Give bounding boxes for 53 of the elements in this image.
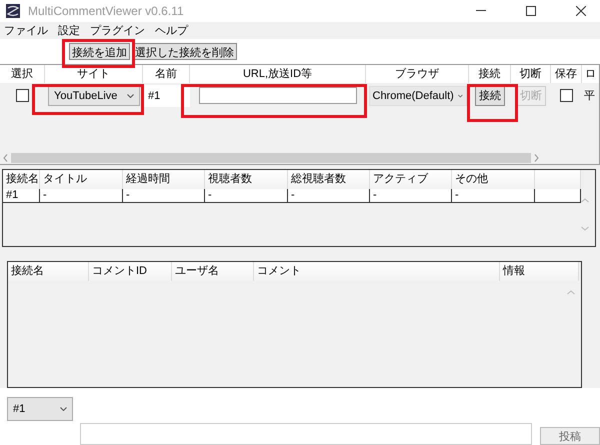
menu-item[interactable]: 設定 (58, 22, 80, 38)
table-cell: - (205, 188, 288, 202)
checkbox[interactable] (560, 89, 573, 102)
name-cell: #1 (148, 90, 160, 102)
menu-item[interactable]: プラグイン (90, 22, 145, 38)
menu-item[interactable]: ヘルプ (155, 22, 188, 38)
comment-field[interactable] (80, 423, 532, 445)
table-cell: - (288, 188, 370, 202)
connection-dropdown[interactable]: #1 (7, 397, 73, 421)
column-header: ロ (582, 64, 599, 83)
column-header: コメント (254, 262, 500, 282)
column-header: 選択 (0, 64, 45, 83)
site-dropdown[interactable]: YouTubeLive (48, 86, 140, 106)
table-cell: - (123, 188, 205, 202)
column-header: 情報 (500, 262, 579, 282)
scroll-up-icon[interactable] (581, 198, 589, 203)
menu-item[interactable]: ファイル (4, 22, 48, 38)
column-header: URL,放送ID等 (190, 64, 366, 83)
table-cell: - (452, 188, 535, 202)
column-header: ブラウザ (366, 64, 469, 83)
chevron-icon (127, 94, 134, 98)
scrollbar-thumb[interactable] (11, 152, 531, 163)
column-header: コメントID (89, 262, 172, 282)
column-header: サイト (45, 64, 143, 83)
scroll-down-icon[interactable] (581, 226, 589, 231)
browser-dropdown[interactable]: Chrome(Default) (368, 86, 466, 106)
column-header: 接続名 (8, 262, 89, 282)
highlight-box (467, 84, 518, 122)
toolbar-button[interactable]: 接続を追加 (69, 42, 130, 60)
scroll-right-icon[interactable] (534, 154, 539, 162)
connect-button[interactable]: 接続 (475, 86, 505, 106)
close-icon[interactable] (576, 6, 586, 16)
url-field[interactable] (199, 87, 357, 104)
column-header: 保存 (551, 64, 582, 83)
checkbox[interactable] (16, 89, 29, 102)
minimize-icon[interactable] (476, 10, 486, 12)
table-cell: - (370, 188, 452, 202)
app-icon (6, 4, 20, 18)
scroll-up-icon[interactable] (567, 290, 575, 296)
window-title: MultiCommentViewer v0.6.11 (28, 4, 184, 18)
toolbar-button[interactable]: 選択した接続を削除 (132, 42, 237, 60)
column-header: 切断 (511, 64, 551, 83)
post-button[interactable]: 投稿 (540, 427, 600, 445)
scroll-left-icon[interactable] (3, 154, 8, 162)
column-header: ユーザ名 (172, 262, 254, 282)
column-header: 名前 (143, 64, 190, 83)
maximize-icon[interactable] (526, 6, 536, 16)
column-header: 接続 (469, 64, 511, 83)
table-cell-text: 平 (584, 89, 595, 104)
table-cell: #1 (3, 188, 40, 202)
chevron-icon (458, 94, 462, 98)
chevron-icon (60, 407, 67, 411)
table-cell: - (40, 188, 123, 202)
